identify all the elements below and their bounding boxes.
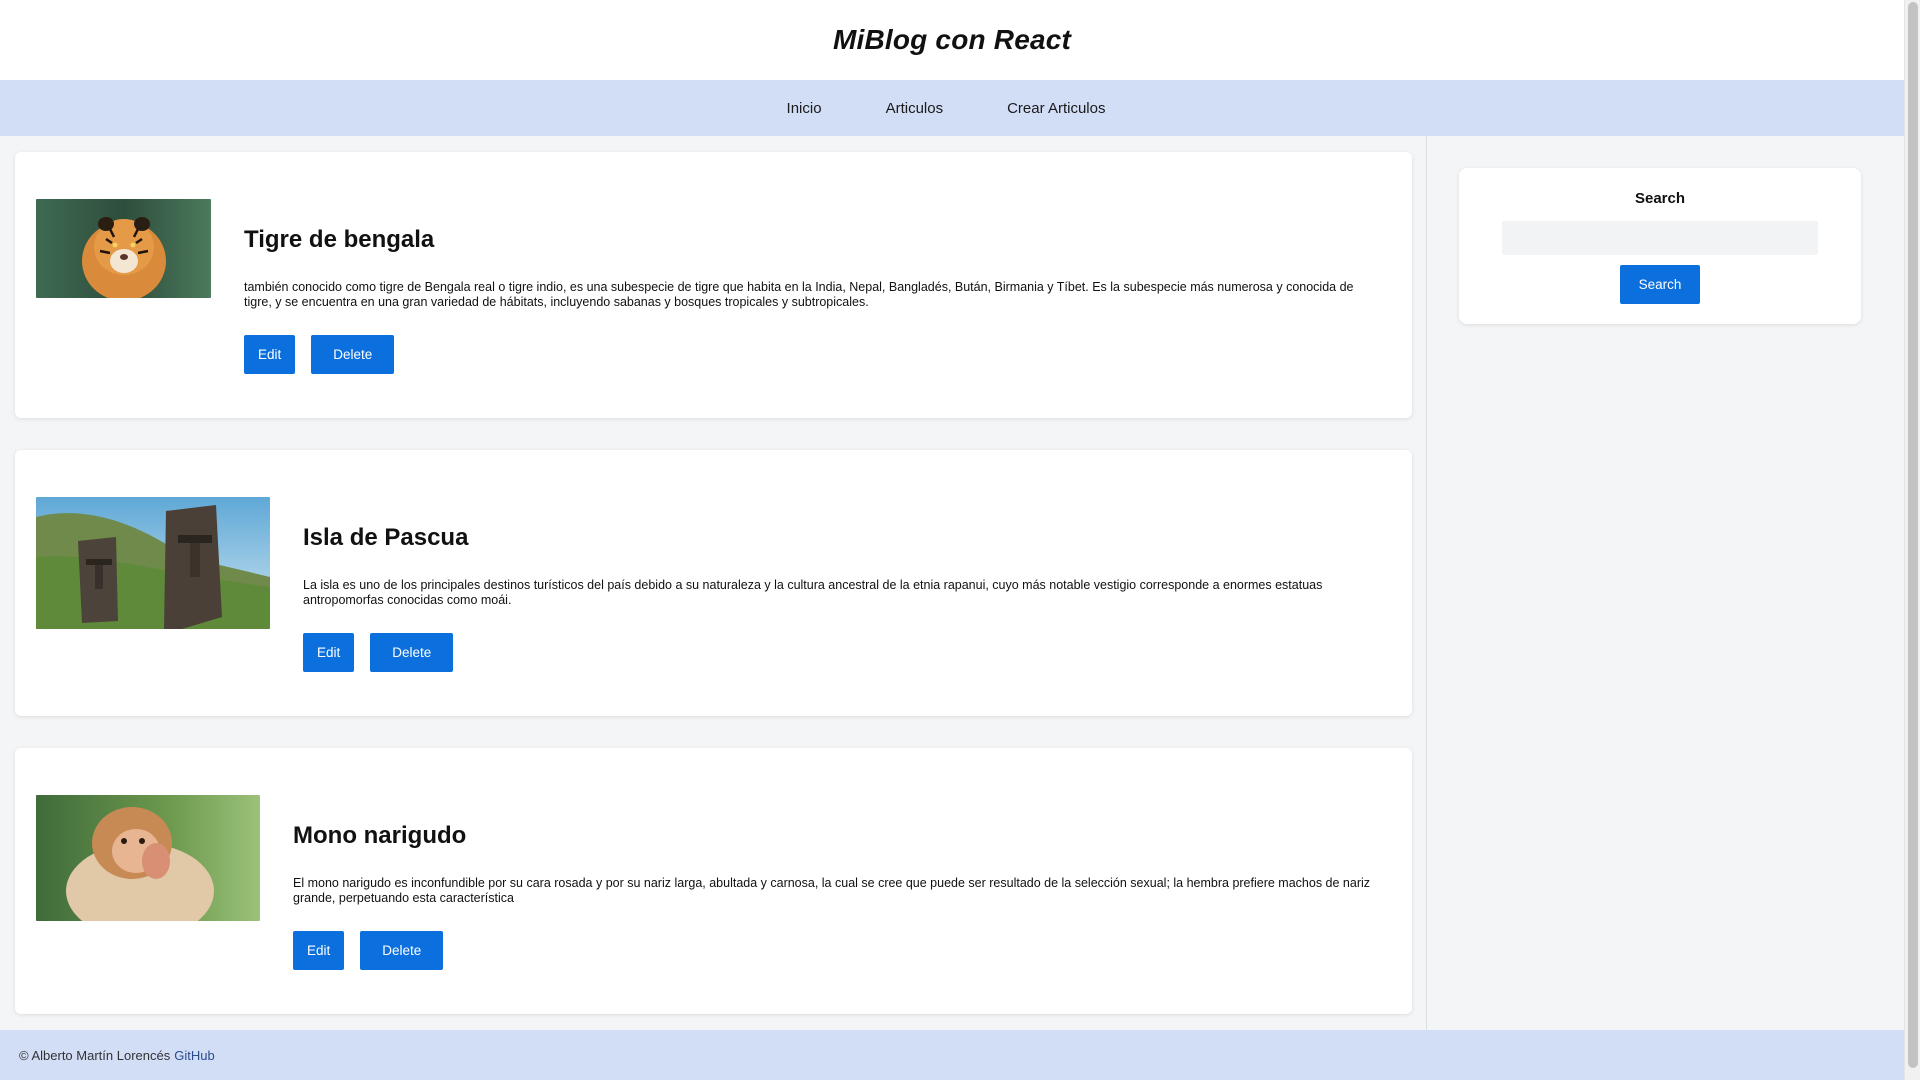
article-body: Mono narigudo El mono narigudo es inconf…	[260, 795, 1392, 1014]
delete-button[interactable]: Delete	[360, 931, 444, 970]
edit-button[interactable]: Edit	[244, 335, 296, 374]
github-link[interactable]: GitHub	[174, 1048, 214, 1063]
article-actions: Edit Delete	[293, 931, 1380, 970]
article-description: El mono narigudo es inconfundible por su…	[293, 876, 1371, 905]
site-title: MiBlog con React	[832, 24, 1072, 55]
article-description: La isla es uno de los principales destin…	[303, 578, 1323, 607]
edit-button[interactable]: Edit	[303, 633, 355, 672]
footer-copyright: © Alberto Martín Lorencés	[19, 1047, 171, 1063]
article-image-monkey	[36, 795, 260, 921]
article-body: Isla de Pascua La isla es uno de los pri…	[270, 497, 1392, 716]
scrollbar-thumb[interactable]	[1908, 2, 1918, 1068]
article-title: Mono narigudo	[293, 822, 467, 849]
search-widget-title: Search	[1634, 190, 1686, 207]
edit-button[interactable]: Edit	[293, 931, 345, 970]
search-button[interactable]: Search	[1620, 265, 1700, 304]
delete-button[interactable]: Delete	[311, 335, 395, 374]
page: MiBlog con React Inicio Articulos Crear …	[0, 0, 1904, 1080]
delete-button[interactable]: Delete	[370, 633, 454, 672]
articles-list: Tigre de bengala también conocido como t…	[0, 136, 1426, 1030]
nav-item-inicio[interactable]: Inicio	[787, 100, 822, 117]
nav-item-crear-articulos[interactable]: Crear Articulos	[1007, 100, 1105, 117]
main-layout: Tigre de bengala también conocido como t…	[0, 136, 1904, 1030]
sidebar: Search Search	[1426, 136, 1904, 1030]
article-description: también conocido como tigre de Bengala r…	[244, 280, 1354, 309]
article-actions: Edit Delete	[244, 335, 1380, 374]
site-header: MiBlog con React	[0, 0, 1904, 80]
vertical-scrollbar[interactable]	[1904, 0, 1920, 1080]
search-widget: Search Search	[1459, 168, 1861, 324]
article-card: Isla de Pascua La isla es uno de los pri…	[15, 450, 1412, 716]
main-nav: Inicio Articulos Crear Articulos	[0, 80, 1904, 136]
search-input[interactable]	[1502, 221, 1818, 255]
article-image-tiger	[36, 199, 211, 298]
article-actions: Edit Delete	[303, 633, 1380, 672]
article-card: Mono narigudo El mono narigudo es inconf…	[15, 748, 1412, 1014]
article-image-moai	[36, 497, 270, 629]
article-title: Isla de Pascua	[303, 524, 469, 551]
site-footer: © Alberto Martín Lorencés GitHub	[0, 1030, 1904, 1080]
article-body: Tigre de bengala también conocido como t…	[211, 199, 1392, 418]
nav-item-articulos[interactable]: Articulos	[886, 100, 944, 117]
article-title: Tigre de bengala	[244, 226, 435, 253]
article-card: Tigre de bengala también conocido como t…	[15, 152, 1412, 418]
